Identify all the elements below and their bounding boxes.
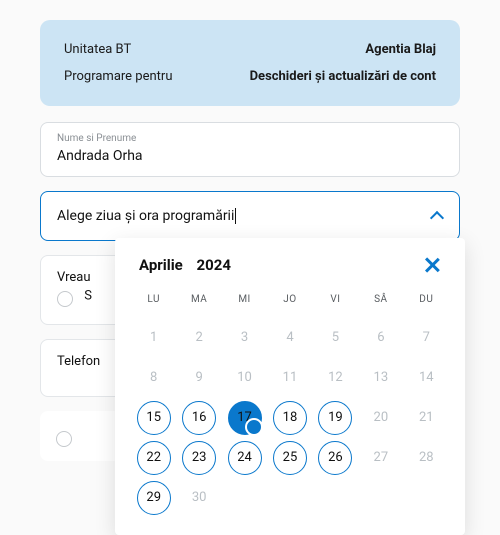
summary-row-unit: Unitatea BT Agentia Blaj [64, 42, 436, 57]
calendar-day: 13 [364, 361, 398, 395]
calendar-day: 30 [182, 481, 216, 515]
radio-icon[interactable] [57, 291, 73, 307]
calendar-dow: SÂ [360, 288, 401, 315]
calendar-day: 9 [182, 361, 216, 395]
calendar-day[interactable]: 23 [182, 441, 216, 475]
calendar-dow: LU [133, 288, 174, 315]
calendar-dow: MI [224, 288, 265, 315]
calendar-day: 10 [228, 361, 262, 395]
calendar-dow: VI [315, 288, 356, 315]
name-field-value: Andrada Orha [57, 148, 443, 164]
calendar-day: 2 [182, 321, 216, 355]
calendar-dow: DU [406, 288, 447, 315]
close-icon[interactable] [423, 256, 441, 274]
calendar-day[interactable]: 29 [137, 481, 171, 515]
calendar-day: 28 [409, 441, 443, 475]
unit-value: Agentia Blaj [365, 42, 436, 57]
phone-label: Telefon [57, 354, 100, 369]
calendar-day: 6 [364, 321, 398, 355]
calendar-dow: JO [269, 288, 310, 315]
calendar-day: 21 [409, 401, 443, 435]
calendar-day[interactable]: 18 [273, 401, 307, 435]
calendar-day[interactable]: 26 [318, 441, 352, 475]
calendar-day: 4 [273, 321, 307, 355]
name-field[interactable]: Nume si Prenume Andrada Orha [40, 122, 460, 177]
calendar-month: Aprilie [139, 256, 183, 274]
calendar-day: 1 [137, 321, 171, 355]
calendar-day[interactable]: 25 [273, 441, 307, 475]
name-field-label: Nume si Prenume [57, 133, 443, 144]
calendar-popup: Aprilie 2024 LUMAMIJOVISÂDU1234567891011… [115, 238, 465, 535]
calendar-year: 2024 [197, 256, 231, 274]
calendar-day[interactable]: 15 [137, 401, 171, 435]
radio-icon[interactable] [56, 431, 72, 447]
calendar-grid: LUMAMIJOVISÂDU12345678910111213141516171… [133, 288, 447, 515]
calendar-day: 27 [364, 441, 398, 475]
calendar-day[interactable]: 16 [182, 401, 216, 435]
calendar-day: 12 [318, 361, 352, 395]
want-label: Vreau [57, 270, 91, 285]
unit-label: Unitatea BT [64, 42, 131, 57]
summary-row-purpose: Programare pentru Deschideri și actualiz… [64, 69, 436, 84]
calendar-day[interactable]: 17 [228, 401, 262, 435]
calendar-day[interactable]: 19 [318, 401, 352, 435]
calendar-day: 20 [364, 401, 398, 435]
calendar-day: 3 [228, 321, 262, 355]
calendar-header: Aprilie 2024 [133, 256, 447, 274]
purpose-label: Programare pentru [64, 69, 173, 84]
calendar-day: 7 [409, 321, 443, 355]
calendar-day[interactable]: 22 [137, 441, 171, 475]
chevron-up-icon [431, 210, 443, 222]
calendar-dow: MA [178, 288, 219, 315]
calendar-day[interactable]: 24 [228, 441, 262, 475]
want-option-partial: S [84, 288, 92, 303]
calendar-day: 5 [318, 321, 352, 355]
calendar-month-year: Aprilie 2024 [139, 256, 231, 274]
calendar-day: 8 [137, 361, 171, 395]
calendar-day: 11 [273, 361, 307, 395]
appointment-summary-card: Unitatea BT Agentia Blaj Programare pent… [40, 20, 460, 106]
datetime-select[interactable]: Alege ziua și ora programării [40, 191, 460, 241]
purpose-value: Deschideri și actualizări de cont [250, 69, 436, 84]
calendar-day: 14 [409, 361, 443, 395]
datetime-placeholder: Alege ziua și ora programării [57, 208, 236, 224]
